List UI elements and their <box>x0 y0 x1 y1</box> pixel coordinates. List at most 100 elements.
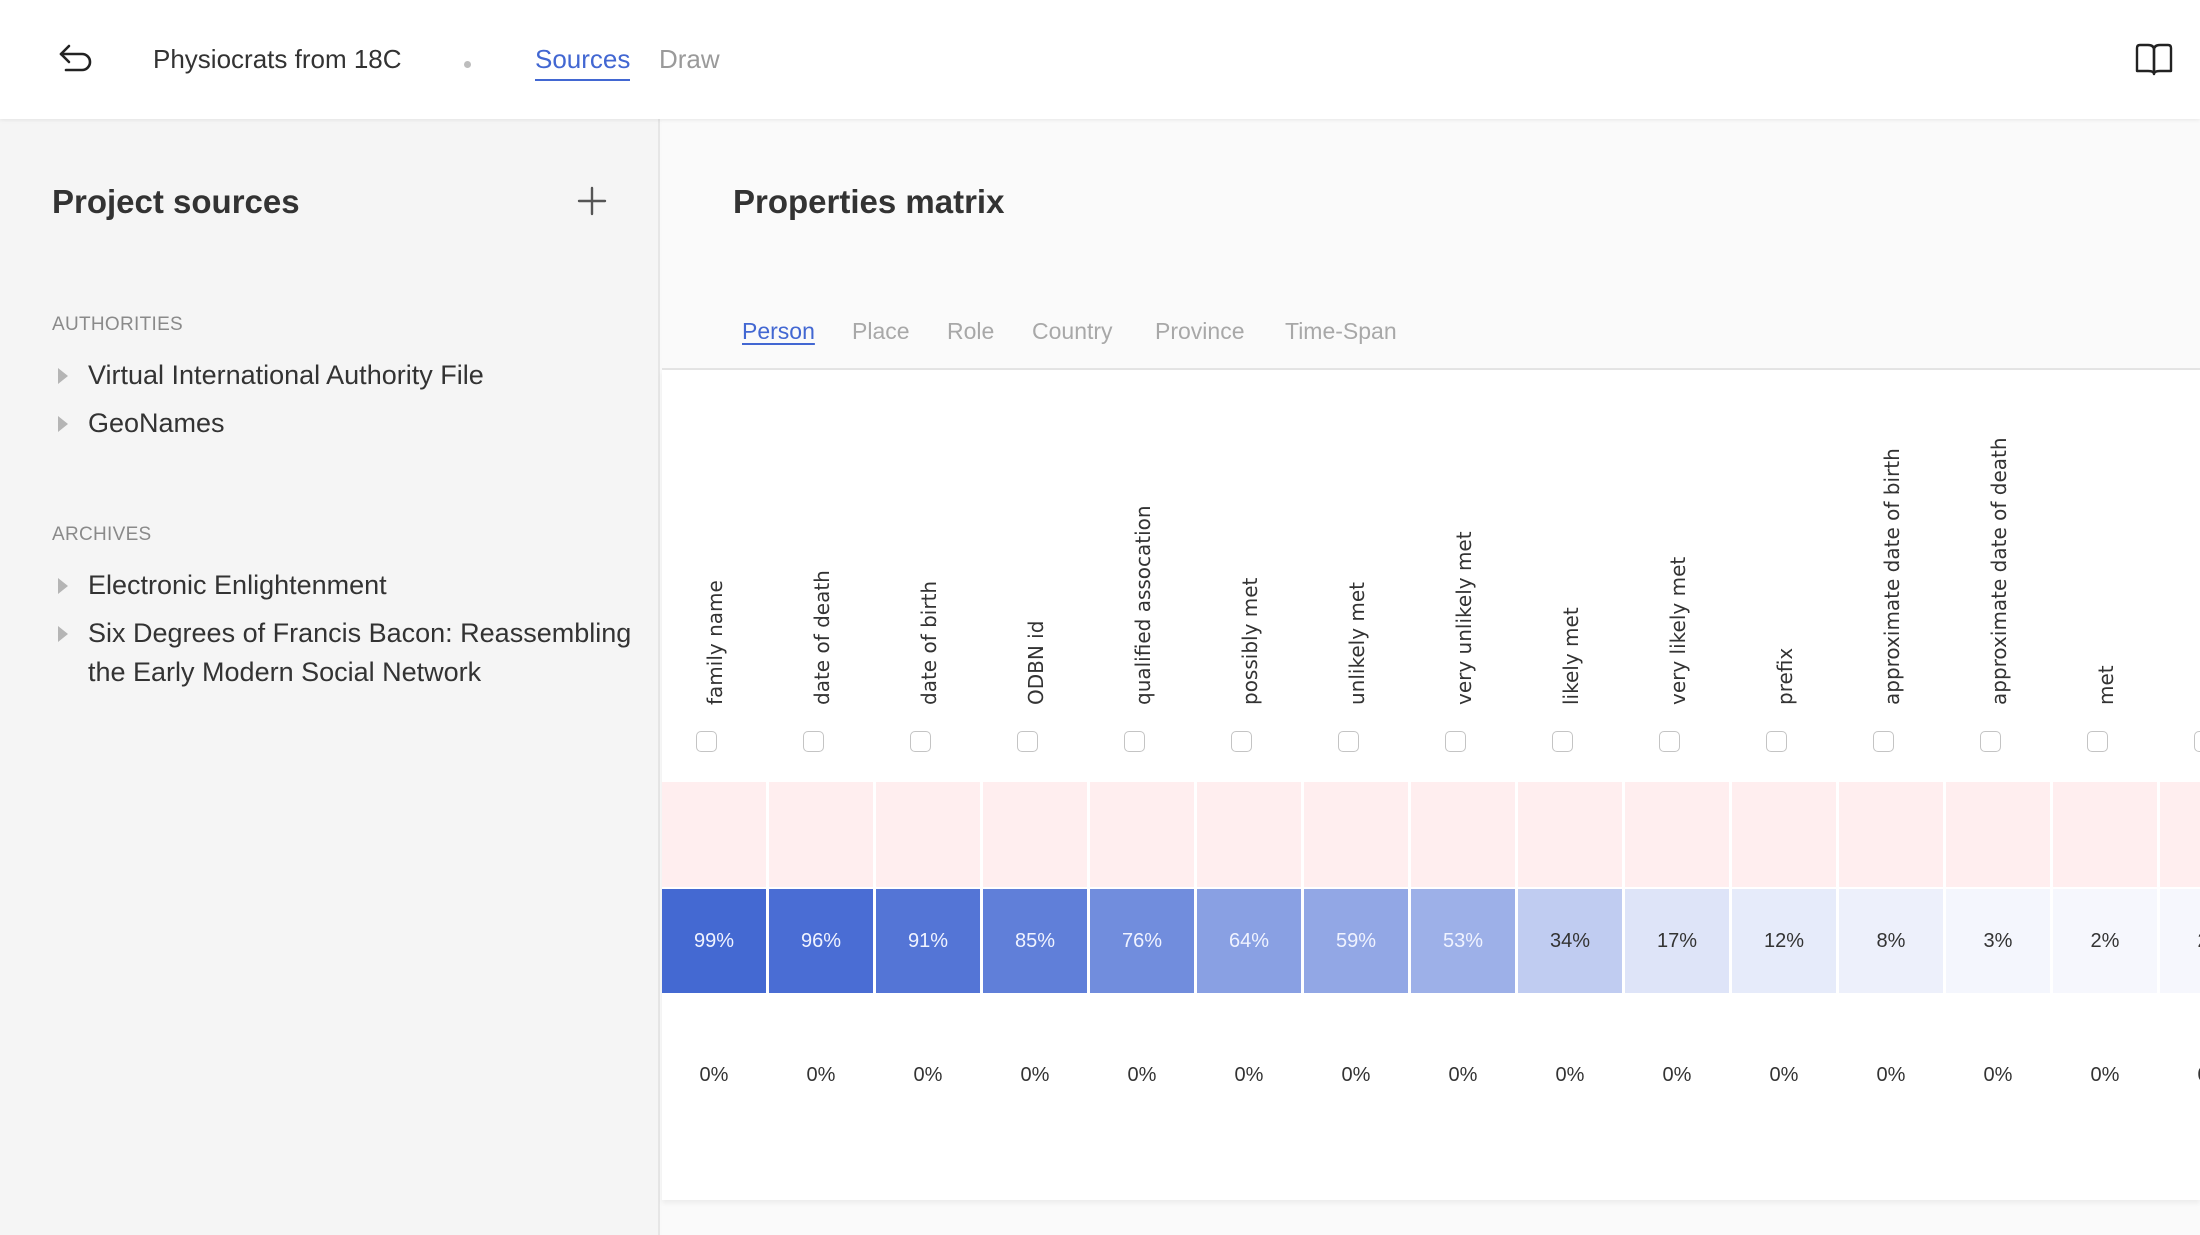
other-coverage-cell: 0% <box>1234 1063 1264 1086</box>
separator-dot <box>464 61 471 68</box>
property-label: met <box>2094 665 2118 705</box>
source-item[interactable]: Six Degrees of Francis Bacon: Reassembli… <box>56 614 646 692</box>
empty-cell <box>1090 782 1194 887</box>
matrix-column: ODBN id 85% 0% <box>983 370 1090 1200</box>
coverage-cell[interactable]: 99% <box>662 889 766 993</box>
sidebar-title: Project sources <box>52 183 300 220</box>
expand-triangle-icon[interactable] <box>58 626 68 642</box>
coverage-cell[interactable]: 8% <box>1839 889 1943 993</box>
empty-cell <box>1625 782 1729 887</box>
column-header: very unlikely met <box>1411 370 1518 707</box>
tab-country[interactable]: Country <box>1032 318 1113 345</box>
properties-matrix-panel: Properties matrix Person Place Role Coun… <box>662 119 2200 1235</box>
property-checkbox[interactable] <box>1231 731 1252 752</box>
coverage-cell[interactable]: 64% <box>1197 889 1301 993</box>
column-header: very likely met <box>1625 370 1732 707</box>
tab-person[interactable]: Person <box>742 318 815 345</box>
property-checkbox[interactable] <box>1873 731 1894 752</box>
source-item[interactable]: Virtual International Authority File <box>56 356 646 395</box>
property-label: ODBN id <box>1024 620 1048 705</box>
matrix-column: approximate date of birth 8% 0% <box>1839 370 1946 1200</box>
other-coverage-cell: 0% <box>1769 1063 1799 1086</box>
column-header: met <box>2053 370 2160 707</box>
plus-icon <box>577 186 607 216</box>
property-checkbox[interactable] <box>803 731 824 752</box>
coverage-cell[interactable]: 2% <box>2053 889 2157 993</box>
expand-triangle-icon[interactable] <box>58 416 68 432</box>
source-item-label: GeoNames <box>88 408 225 438</box>
other-coverage-cell: 0% <box>913 1063 943 1086</box>
column-header: date of birth <box>876 370 983 707</box>
property-checkbox[interactable] <box>1017 731 1038 752</box>
empty-cell <box>1946 782 2050 887</box>
property-checkbox[interactable] <box>1445 731 1466 752</box>
matrix-column: date of birth 91% 0% <box>876 370 983 1200</box>
coverage-cell[interactable]: 17% <box>1625 889 1729 993</box>
tab-time-span[interactable]: Time-Span <box>1285 318 1397 345</box>
property-label: possibly met <box>1238 577 1262 705</box>
source-item[interactable]: GeoNames <box>56 404 646 443</box>
column-header: suffix <box>2160 370 2200 707</box>
page-title: Properties matrix <box>733 183 1005 220</box>
property-checkbox[interactable] <box>1338 731 1359 752</box>
coverage-cell[interactable]: 96% <box>769 889 873 993</box>
column-header: likely met <box>1518 370 1625 707</box>
empty-cell <box>1732 782 1836 887</box>
matrix-column: prefix 12% 0% <box>1732 370 1839 1200</box>
expand-triangle-icon[interactable] <box>58 578 68 594</box>
property-checkbox[interactable] <box>2194 731 2200 752</box>
property-label: date of birth <box>917 580 941 705</box>
undo-arrow-icon <box>59 44 92 72</box>
coverage-cell[interactable]: 2% <box>2160 889 2200 993</box>
property-checkbox[interactable] <box>1124 731 1145 752</box>
coverage-cell[interactable]: 85% <box>983 889 1087 993</box>
empty-cell <box>662 782 766 887</box>
empty-cell <box>2160 782 2200 887</box>
coverage-cell[interactable]: 3% <box>1946 889 2050 993</box>
empty-cell <box>769 782 873 887</box>
other-coverage-cell: 0% <box>1876 1063 1906 1086</box>
source-item[interactable]: Electronic Enlightenment <box>56 566 646 605</box>
other-coverage-cell: 0% <box>1448 1063 1478 1086</box>
column-header: date of death <box>769 370 876 707</box>
coverage-cell[interactable]: 12% <box>1732 889 1836 993</box>
column-header: family name <box>662 370 769 707</box>
matrix-column: approximate date of death 3% 0% <box>1946 370 2053 1200</box>
coverage-cell[interactable]: 76% <box>1090 889 1194 993</box>
nav-tab-draw[interactable]: Draw <box>659 44 720 75</box>
expand-triangle-icon[interactable] <box>58 368 68 384</box>
project-sources-sidebar: Project sources AUTHORITIES Virtual Inte… <box>0 119 660 1235</box>
matrix-column: likely met 34% 0% <box>1518 370 1625 1200</box>
nav-tab-sources[interactable]: Sources <box>535 44 631 81</box>
property-label: approximate date of birth <box>1880 448 1904 705</box>
matrix-column: met 2% 0% <box>2053 370 2160 1200</box>
property-label: very unlikely met <box>1452 531 1476 705</box>
coverage-cell[interactable]: 53% <box>1411 889 1515 993</box>
documentation-button[interactable] <box>2134 42 2174 78</box>
section-label-archives: ARCHIVES <box>52 524 152 545</box>
coverage-cell[interactable]: 34% <box>1518 889 1622 993</box>
column-header: approximate date of birth <box>1839 370 1946 707</box>
empty-cell <box>1518 782 1622 887</box>
add-source-button[interactable] <box>576 185 608 217</box>
tab-role[interactable]: Role <box>947 318 994 345</box>
property-label: date of death <box>810 570 834 705</box>
matrix-column: unlikely met 59% 0% <box>1304 370 1411 1200</box>
tab-province[interactable]: Province <box>1155 318 1244 345</box>
back-button[interactable] <box>56 40 96 76</box>
property-checkbox[interactable] <box>2087 731 2108 752</box>
empty-cell <box>1197 782 1301 887</box>
empty-cell <box>983 782 1087 887</box>
property-checkbox[interactable] <box>1766 731 1787 752</box>
property-checkbox[interactable] <box>910 731 931 752</box>
property-checkbox[interactable] <box>1552 731 1573 752</box>
tab-place[interactable]: Place <box>852 318 910 345</box>
coverage-cell[interactable]: 59% <box>1304 889 1408 993</box>
property-checkbox[interactable] <box>696 731 717 752</box>
open-book-icon <box>2135 43 2173 76</box>
matrix-column: possibly met 64% 0% <box>1197 370 1304 1200</box>
column-header: possibly met <box>1197 370 1304 707</box>
property-checkbox[interactable] <box>1980 731 2001 752</box>
property-checkbox[interactable] <box>1659 731 1680 752</box>
coverage-cell[interactable]: 91% <box>876 889 980 993</box>
